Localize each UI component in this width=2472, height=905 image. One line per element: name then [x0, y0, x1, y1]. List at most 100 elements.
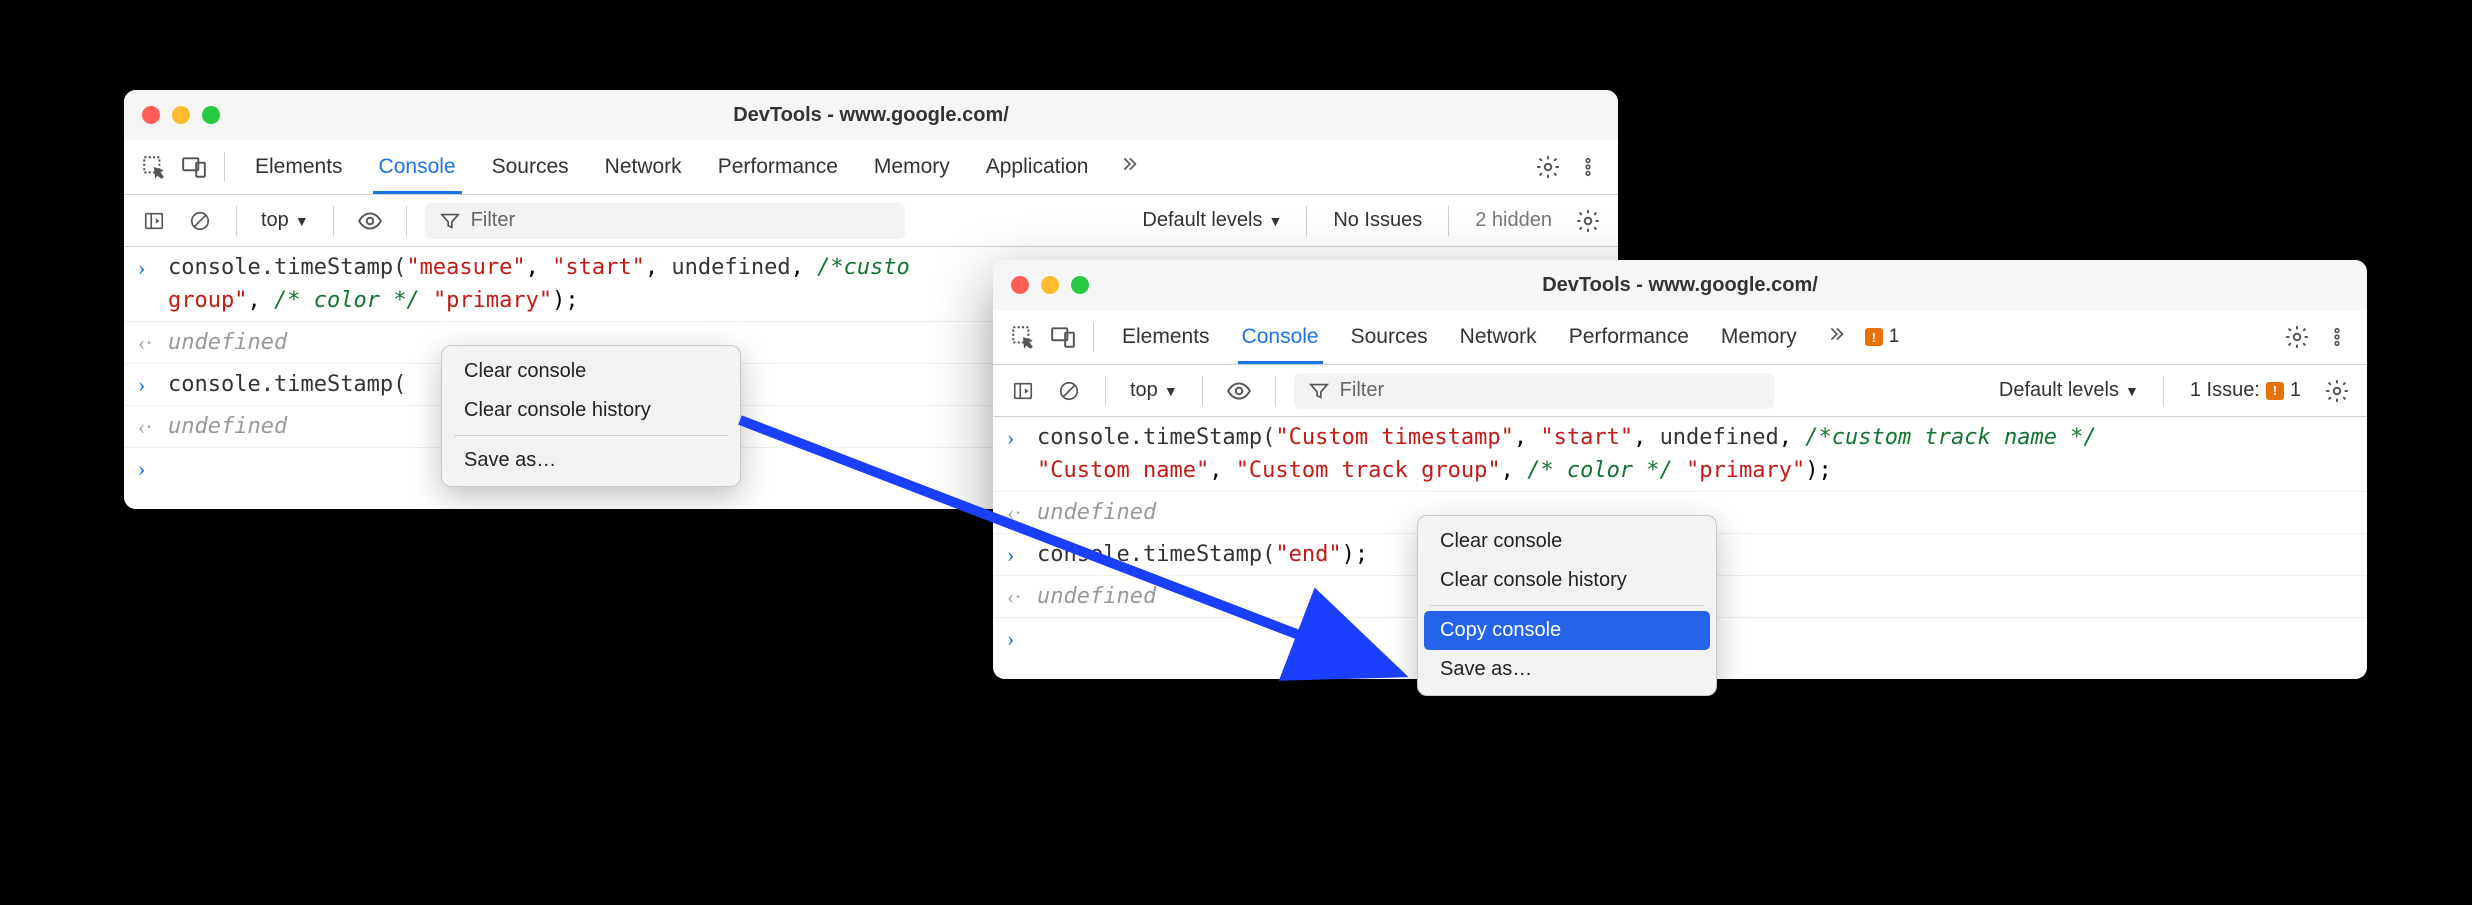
sidebar-toggle-icon[interactable] — [136, 203, 172, 239]
eye-icon[interactable] — [352, 203, 388, 239]
menu-copy-console[interactable]: Copy console — [1424, 611, 1710, 650]
close-window-button[interactable] — [1011, 276, 1029, 294]
tab-memory[interactable]: Memory — [1705, 311, 1813, 363]
issues-label: No Issues — [1333, 209, 1422, 232]
traffic-lights — [1011, 276, 1089, 294]
menu-clear-console[interactable]: Clear console — [1424, 522, 1710, 561]
context-menu: Clear console Clear console history Save… — [441, 345, 741, 487]
clear-console-icon[interactable] — [182, 203, 218, 239]
levels-label: Default levels — [1999, 379, 2119, 402]
separator — [236, 206, 237, 236]
menu-save-as[interactable]: Save as… — [448, 441, 734, 480]
inspect-icon[interactable] — [136, 149, 172, 185]
context-label: top — [1130, 379, 1158, 402]
filter-icon — [1308, 380, 1330, 402]
console-input-row: › console.timeStamp("Custom timestamp", … — [993, 417, 2367, 492]
tab-elements[interactable]: Elements — [237, 141, 361, 193]
separator — [1202, 376, 1203, 406]
tab-network[interactable]: Network — [1444, 311, 1553, 363]
levels-selector[interactable]: Default levels ▼ — [1136, 205, 1288, 236]
settings-icon[interactable] — [1570, 203, 1606, 239]
issues-count: 1 — [2290, 379, 2301, 402]
warning-square-icon: ! — [2266, 382, 2284, 400]
minimize-window-button[interactable] — [172, 106, 190, 124]
inspect-icon[interactable] — [1005, 319, 1041, 355]
settings-icon[interactable] — [2319, 373, 2355, 409]
window-title: DevTools - www.google.com/ — [733, 104, 1009, 127]
separator — [406, 206, 407, 236]
kebab-menu-icon[interactable] — [2319, 319, 2355, 355]
tab-performance[interactable]: Performance — [1553, 311, 1705, 363]
menu-clear-history[interactable]: Clear console history — [448, 391, 734, 430]
levels-label: Default levels — [1142, 209, 1262, 232]
device-toggle-icon[interactable] — [176, 149, 212, 185]
tab-memory[interactable]: Memory — [856, 141, 968, 193]
separator — [1275, 376, 1276, 406]
chevron-right-icon: › — [1007, 538, 1037, 571]
menu-clear-history[interactable]: Clear console history — [1424, 561, 1710, 600]
filter-input[interactable]: Filter — [1294, 373, 1774, 409]
window-title: DevTools - www.google.com/ — [1542, 274, 1818, 297]
issue-count: 1 — [1889, 326, 1900, 348]
console-toolbar: top ▼ Filter Default levels ▼ 1 Issue: !… — [993, 365, 2367, 417]
separator — [1448, 206, 1449, 236]
tab-network[interactable]: Network — [587, 141, 700, 193]
code-line: console.timeStamp("Custom timestamp", "s… — [1037, 421, 2353, 487]
separator — [224, 152, 225, 182]
arrow-left-icon: ‹· — [138, 326, 168, 359]
issues-indicator[interactable]: No Issues — [1325, 209, 1430, 232]
clear-console-icon[interactable] — [1051, 373, 1087, 409]
menu-clear-console[interactable]: Clear console — [448, 352, 734, 391]
separator — [1105, 376, 1106, 406]
separator — [1306, 206, 1307, 236]
separator — [1430, 605, 1704, 606]
minimize-window-button[interactable] — [1041, 276, 1059, 294]
separator — [454, 435, 728, 436]
filter-icon — [439, 210, 461, 232]
tab-console[interactable]: Console — [361, 141, 474, 193]
filter-placeholder: Filter — [471, 209, 515, 232]
eye-icon[interactable] — [1221, 373, 1257, 409]
tab-console[interactable]: Console — [1226, 311, 1335, 363]
more-tabs-icon[interactable] — [1110, 153, 1148, 181]
settings-icon[interactable] — [1530, 149, 1566, 185]
tabs: Elements Console Sources Network Perform… — [1106, 311, 1813, 363]
tab-elements[interactable]: Elements — [1106, 311, 1226, 363]
titlebar: DevTools - www.google.com/ — [124, 90, 1618, 140]
maximize-window-button[interactable] — [202, 106, 220, 124]
hidden-label[interactable]: 2 hidden — [1467, 209, 1560, 232]
arrow-left-icon: ‹· — [1007, 580, 1037, 613]
chevron-down-icon: ▼ — [1164, 383, 1178, 399]
device-toggle-icon[interactable] — [1045, 319, 1081, 355]
filter-placeholder: Filter — [1340, 379, 1384, 402]
menu-save-as[interactable]: Save as… — [1424, 650, 1710, 689]
chevron-right-icon: › — [138, 251, 168, 284]
context-selector[interactable]: top ▼ — [1124, 375, 1184, 406]
chevron-right-icon: › — [138, 368, 168, 401]
console-toolbar: top ▼ Filter Default levels ▼ No Issues … — [124, 195, 1618, 247]
issues-indicator[interactable]: 1 Issue: ! 1 — [2182, 379, 2309, 402]
kebab-menu-icon[interactable] — [1570, 149, 1606, 185]
levels-selector[interactable]: Default levels ▼ — [1993, 375, 2145, 406]
main-toolbar: Elements Console Sources Network Perform… — [124, 140, 1618, 195]
chevron-down-icon: ▼ — [1268, 213, 1282, 229]
tab-sources[interactable]: Sources — [1335, 311, 1444, 363]
toolbar-issue-badge[interactable]: ! 1 — [1859, 326, 1906, 348]
settings-icon[interactable] — [2279, 319, 2315, 355]
traffic-lights — [142, 106, 220, 124]
more-tabs-icon[interactable] — [1817, 323, 1855, 351]
tabs: Elements Console Sources Network Perform… — [237, 141, 1106, 193]
titlebar: DevTools - www.google.com/ — [993, 260, 2367, 310]
main-toolbar: Elements Console Sources Network Perform… — [993, 310, 2367, 365]
context-selector[interactable]: top ▼ — [255, 205, 315, 236]
chevron-right-icon: › — [138, 452, 168, 485]
close-window-button[interactable] — [142, 106, 160, 124]
maximize-window-button[interactable] — [1071, 276, 1089, 294]
chevron-right-icon: › — [1007, 421, 1037, 454]
tab-sources[interactable]: Sources — [474, 141, 587, 193]
tab-application[interactable]: Application — [968, 141, 1107, 193]
sidebar-toggle-icon[interactable] — [1005, 373, 1041, 409]
filter-input[interactable]: Filter — [425, 203, 905, 239]
warning-square-icon: ! — [1865, 328, 1883, 346]
tab-performance[interactable]: Performance — [700, 141, 856, 193]
